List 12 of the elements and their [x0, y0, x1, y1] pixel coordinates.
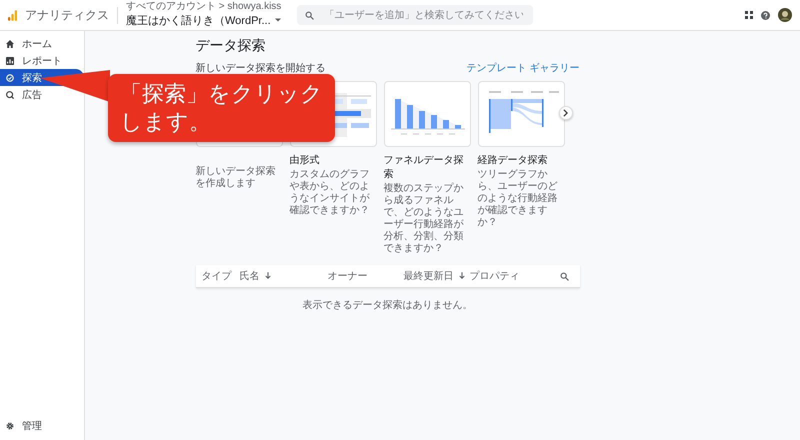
- card-description: 複数のステップから成るファネルで、どのようなユーザー行動経路が分析、分割、分類できますか？: [384, 183, 464, 255]
- card-description: ツリーグラフから、ユーザーのどのような行動経路が確認できますか？: [478, 169, 558, 229]
- card-description: 新しいデータ探索を作成します: [196, 166, 276, 190]
- card-title: 由形式: [290, 154, 320, 167]
- empty-message: 表示できるデータ探索はありません。: [302, 298, 474, 312]
- card-title: 経路データ探索: [478, 154, 548, 167]
- card-title: ファネルデータ探索: [384, 154, 464, 181]
- card-description: カスタムのグラフや表から、どのようなインサイトが確認できますか？: [290, 169, 370, 217]
- section-heading: 新しいデータ探索を開始する: [196, 62, 326, 75]
- app-name: アナリティクス: [25, 6, 118, 24]
- page-title: データ探索: [196, 37, 266, 55]
- instruction-tooltip: 「探索」をクリック します。: [108, 74, 335, 142]
